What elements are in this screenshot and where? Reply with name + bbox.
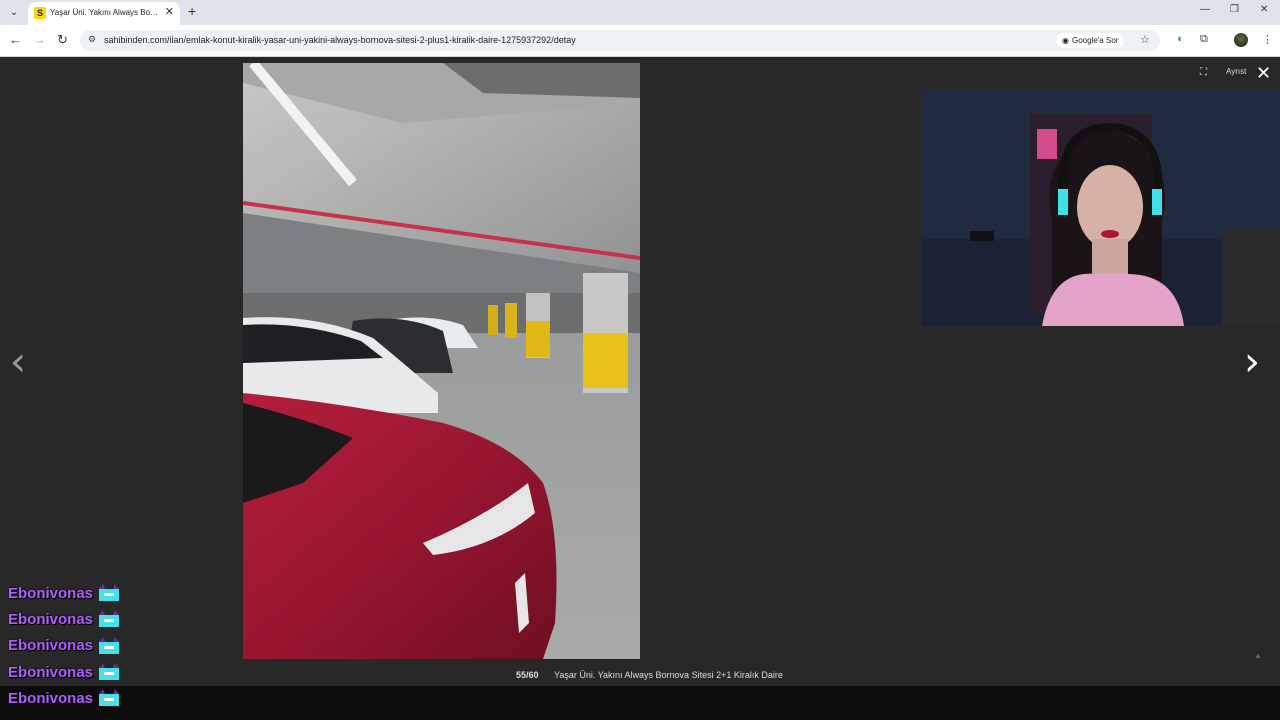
tune-icon[interactable]: ⚙ — [88, 34, 96, 45]
chevron-left-icon: ‹ — [10, 339, 26, 385]
close-icon: ✕ — [1256, 63, 1272, 83]
webcam-overlay — [922, 89, 1280, 326]
emote-icon — [99, 689, 120, 707]
previous-photo-button[interactable]: ‹ — [10, 339, 26, 385]
chevron-down-icon: ⌄ — [9, 6, 19, 18]
parking-garage-image — [243, 63, 640, 659]
restore-button[interactable]: ❐ — [1230, 4, 1239, 15]
tab-title: Yaşar Üni. Yakını Always Bornova — [50, 8, 160, 17]
audio-icon[interactable]: ◖ — [1176, 33, 1183, 45]
close-icon: ✕ — [164, 6, 174, 18]
site-favicon-icon: S — [34, 7, 46, 19]
scroll-indicator-icon: ▲ — [1254, 651, 1262, 660]
chat-username: Ebonivonas — [8, 663, 94, 681]
emote-icon — [99, 584, 120, 602]
back-button[interactable]: ← — [9, 32, 22, 47]
tab-close-button[interactable]: ✕ — [165, 5, 174, 18]
google-button-label: Google'a Sor — [1071, 36, 1119, 45]
plus-icon: + — [188, 3, 197, 19]
url-text[interactable]: sahibinden.com/ilan/emlak-konut-kiralik-… — [104, 35, 576, 45]
tab-strip: ⌄ S Yaşar Üni. Yakını Always Bornova ✕ +… — [0, 0, 1280, 25]
arrow-left-icon: ← — [9, 32, 22, 47]
lens-icon: ◉ — [1062, 36, 1069, 45]
star-icon[interactable]: ☆ — [1140, 33, 1150, 46]
new-tab-button[interactable]: + — [188, 3, 196, 19]
restore-icon: ❐ — [1230, 4, 1239, 15]
chat-message: Ebonivonas — [8, 606, 208, 632]
viewer-label: Ayrıst — [1226, 67, 1247, 76]
puzzle-icon[interactable]: ⧉ — [1200, 33, 1208, 46]
chat-username: Ebonivonas — [8, 637, 94, 655]
emote-icon — [99, 636, 120, 654]
browser-toolbar: ← → ↻ ⚙ sahibinden.com/ilan/emlak-konut-… — [0, 25, 1280, 57]
chevron-right-icon: › — [1244, 339, 1260, 385]
listing-photo — [243, 63, 640, 659]
reload-icon: ↻ — [57, 32, 68, 47]
chat-message: Ebonivonas — [8, 580, 208, 606]
tab-search-button[interactable]: ⌄ — [6, 4, 22, 20]
close-viewer-button[interactable]: ✕ — [1256, 63, 1271, 84]
photo-counter: 55/60 — [516, 670, 539, 680]
window-close-button[interactable]: ✕ — [1260, 4, 1268, 15]
chat-username: Ebonivonas — [8, 689, 94, 707]
browser-tab-active[interactable]: S Yaşar Üni. Yakını Always Bornova ✕ — [28, 2, 180, 25]
streamer-webcam-image — [922, 89, 1280, 326]
google-lens-button[interactable]: ◉ Google'a Sor — [1056, 33, 1125, 48]
photo-caption: Yaşar Üni. Yakını Always Bornova Sitesi … — [554, 670, 783, 680]
stream-chat-overlay: Ebonivonas Ebonivonas Ebonivonas Ebonivo… — [8, 580, 208, 711]
minimize-icon: — — [1200, 4, 1210, 15]
minimize-button[interactable]: — — [1200, 4, 1210, 15]
kebab-icon[interactable]: ⋮ — [1262, 33, 1273, 46]
avatar[interactable] — [1234, 33, 1248, 47]
close-icon: ✕ — [1260, 4, 1269, 15]
address-bar[interactable]: ⚙ sahibinden.com/ilan/emlak-konut-kirali… — [80, 30, 1160, 51]
chat-message: Ebonivonas — [8, 633, 208, 659]
chat-username: Ebonivonas — [8, 610, 94, 628]
emote-icon — [99, 610, 120, 628]
fullscreen-icon[interactable]: ⛶ — [1200, 67, 1207, 78]
next-photo-button[interactable]: › — [1244, 339, 1260, 385]
arrow-right-icon: → — [33, 32, 46, 47]
forward-button[interactable]: → — [33, 32, 46, 47]
chat-message: Ebonivonas — [8, 659, 208, 685]
emote-icon — [99, 663, 120, 681]
chat-message: Ebonivonas — [8, 685, 208, 711]
chat-username: Ebonivonas — [8, 584, 94, 602]
reload-button[interactable]: ↻ — [57, 32, 68, 48]
